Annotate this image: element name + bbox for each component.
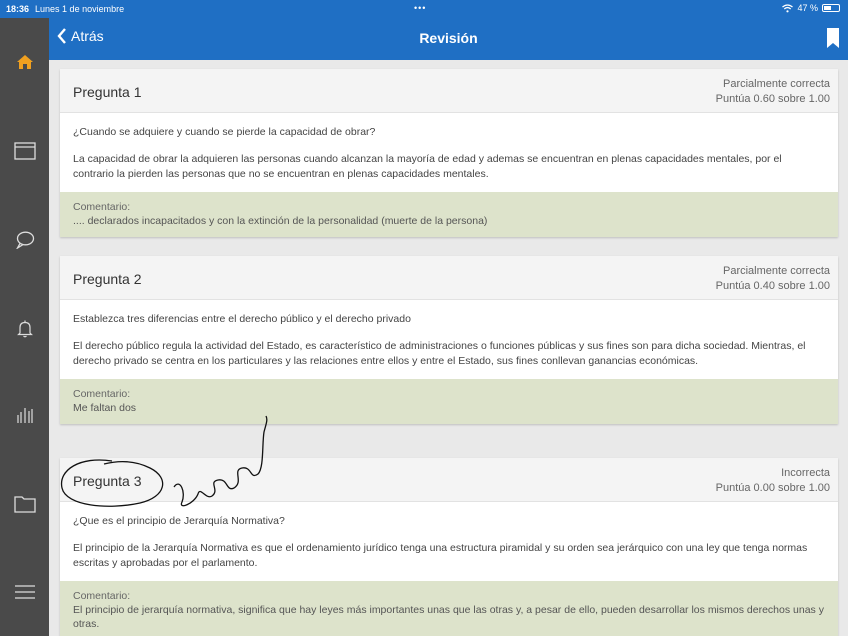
question-answer: El derecho público regula la actividad d… (73, 340, 806, 367)
question-answer: La capacidad de obrar la adquieren las p… (73, 153, 782, 180)
sidebar-item-window[interactable] (0, 131, 49, 171)
question-card-1: Pregunta 1 Parcialmente correcta Puntúa … (60, 69, 838, 237)
question-comment: Comentario: .... declarados incapacitado… (60, 192, 838, 237)
question-answer: El principio de la Jerarquía Normativa e… (73, 542, 808, 569)
comment-text: Me faltan dos (73, 402, 137, 414)
status-right: 47 % (782, 3, 840, 13)
nav-bar: Atrás Revisión (49, 18, 848, 60)
question-header: Pregunta 1 Parcialmente correcta Puntúa … (60, 69, 838, 113)
multitask-dots[interactable]: ••• (414, 3, 426, 13)
folder-icon (13, 496, 36, 513)
question-comment: Comentario: El principio de jerarquía no… (60, 581, 838, 636)
comment-text: .... declarados incapacitados y con la e… (73, 215, 488, 227)
sidebar-item-notifications[interactable] (0, 309, 49, 349)
question-title: Pregunta 2 (73, 271, 142, 287)
sidebar-item-home[interactable] (0, 42, 49, 82)
question-text: ¿Que es el principio de Jerarquía Normat… (73, 515, 285, 527)
sidebar-item-files[interactable] (0, 484, 49, 524)
question-title: Pregunta 3 (73, 473, 142, 489)
chat-icon (15, 231, 34, 249)
question-comment: Comentario: Me faltan dos (60, 379, 838, 424)
comment-text: El principio de jerarquía normativa, sig… (73, 604, 824, 630)
status-bar: 18:36 Lunes 1 de noviembre ••• 47 % (0, 0, 848, 18)
status-time: 18:36 (6, 4, 30, 14)
menu-icon (14, 585, 35, 599)
question-state: Parcialmente correcta (723, 265, 830, 277)
question-card-2: Pregunta 2 Parcialmente correcta Puntúa … (60, 256, 838, 424)
question-card-3: Pregunta 3 Incorrecta Puntúa 0.00 sobre … (60, 458, 838, 636)
question-text: Establezca tres diferencias entre el der… (73, 313, 411, 325)
status-date: Lunes 1 de noviembre (35, 4, 125, 14)
sidebar-item-grades[interactable] (0, 395, 49, 435)
comment-label: Comentario: (73, 201, 131, 213)
sidebar-item-chat[interactable] (0, 220, 49, 260)
sidebar-item-menu[interactable] (0, 572, 49, 612)
bookmark-icon[interactable] (827, 28, 839, 48)
question-header: Pregunta 3 Incorrecta Puntúa 0.00 sobre … (60, 458, 838, 502)
sidebar (0, 18, 49, 636)
question-status: Incorrecta Puntúa 0.00 sobre 1.00 (716, 466, 830, 496)
chart-icon (16, 408, 33, 423)
window-icon (13, 142, 36, 160)
review-content[interactable]: Pregunta 1 Parcialmente correcta Puntúa … (49, 60, 848, 636)
battery-icon (822, 4, 840, 12)
comment-label: Comentario: (73, 388, 131, 400)
question-state: Incorrecta (781, 467, 830, 479)
bell-icon (16, 320, 33, 338)
comment-label: Comentario: (73, 590, 131, 602)
question-status: Parcialmente correcta Puntúa 0.40 sobre … (716, 264, 830, 294)
page-title: Revisión (419, 30, 478, 46)
question-status: Parcialmente correcta Puntúa 0.60 sobre … (716, 77, 830, 107)
home-icon (16, 55, 33, 69)
wifi-icon (782, 3, 794, 12)
question-state: Parcialmente correcta (723, 78, 830, 90)
question-score: Puntúa 0.00 sobre 1.00 (715, 482, 830, 494)
question-header: Pregunta 2 Parcialmente correcta Puntúa … (60, 256, 838, 300)
question-title: Pregunta 1 (73, 84, 142, 100)
question-text: ¿Cuando se adquiere y cuando se pierde l… (73, 126, 376, 138)
question-score: Puntúa 0.40 sobre 1.00 (715, 280, 830, 292)
question-score: Puntúa 0.60 sobre 1.00 (715, 93, 830, 105)
battery-percent: 47 % (797, 3, 818, 13)
